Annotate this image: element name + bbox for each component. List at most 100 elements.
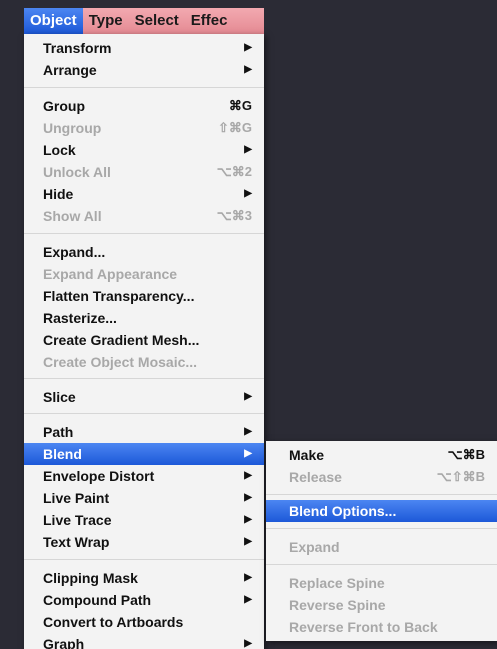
menu-item-label: Arrange [43,62,97,78]
menu-item-lock[interactable]: Lock ▶ [24,139,264,161]
submenu-item-expand[interactable]: Expand [266,536,497,558]
menu-item-expand[interactable]: Expand... [24,241,264,263]
menu-item-path[interactable]: Path ▶ [24,421,264,443]
submenu-arrow-icon: ▶ [244,188,252,199]
submenu-item-reverse-front-to-back[interactable]: Reverse Front to Back [266,616,497,638]
menu-item-label: Hide [43,186,74,202]
menu-separator [24,87,264,88]
menu-item-ungroup[interactable]: Ungroup ⇧⌘G [24,117,264,139]
menu-item-group[interactable]: Group ⌘G [24,95,264,117]
menu-item-label: Replace Spine [289,575,385,591]
menu-item-label: Expand Appearance [43,266,178,282]
blend-submenu: Make ⌥⌘B Release ⌥⇧⌘B Blend Options... E… [266,441,497,641]
menu-item-convert-to-artboards[interactable]: Convert to Artboards [24,611,264,633]
menu-item-show-all[interactable]: Show All ⌥⌘3 [24,205,264,227]
menu-item-flatten-transparency[interactable]: Flatten Transparency... [24,285,264,307]
menu-item-label: Clipping Mask [43,570,138,586]
menu-item-text-wrap[interactable]: Text Wrap ▶ [24,531,264,553]
menu-item-graph[interactable]: Graph ▶ [24,633,264,649]
menu-item-label: Compound Path [43,592,152,608]
menu-select[interactable]: Select [129,8,185,34]
submenu-arrow-icon: ▶ [244,514,252,525]
menu-item-rasterize[interactable]: Rasterize... [24,307,264,329]
menu-item-label: Expand [289,539,340,555]
menu-item-label: Convert to Artboards [43,614,184,630]
menu-separator [24,559,264,560]
menu-item-label: Live Paint [43,490,110,506]
menu-separator [266,564,497,565]
menu-item-label: Reverse Spine [289,597,386,613]
submenu-arrow-icon: ▶ [244,426,252,437]
menu-item-label: Live Trace [43,512,112,528]
submenu-item-release[interactable]: Release ⌥⇧⌘B [266,466,497,488]
shortcut-label: ⌥⇧⌘B [436,469,485,484]
screen: Object Type Select Effec Transform ▶ Arr… [0,0,497,649]
menu-item-label: Release [289,469,342,485]
object-menu: Transform ▶ Arrange ▶ Group ⌘G Ungroup ⇧… [24,34,264,649]
submenu-arrow-icon: ▶ [244,64,252,75]
submenu-arrow-icon: ▶ [244,144,252,155]
menu-item-arrange[interactable]: Arrange ▶ [24,59,264,81]
submenu-arrow-icon: ▶ [244,42,252,53]
menu-item-label: Lock [43,142,76,158]
menu-separator [266,494,497,495]
menu-item-label: Reverse Front to Back [289,619,438,635]
menu-separator [24,413,264,414]
submenu-arrow-icon: ▶ [244,492,252,503]
menu-type[interactable]: Type [83,8,129,34]
menu-item-label: Ungroup [43,120,102,136]
menu-separator [24,233,264,234]
menu-item-label: Graph [43,636,85,649]
submenu-arrow-icon: ▶ [244,638,252,649]
menu-item-label: Transform [43,40,112,56]
submenu-arrow-icon: ▶ [244,572,252,583]
menu-item-unlock-all[interactable]: Unlock All ⌥⌘2 [24,161,264,183]
shortcut-label: ⌥⌘B [447,447,485,462]
shortcut-label: ⇧⌘G [217,120,252,135]
menu-item-label: Create Gradient Mesh... [43,332,200,348]
menu-item-label: Flatten Transparency... [43,288,195,304]
menu-item-label: Create Object Mosaic... [43,354,198,370]
submenu-item-make[interactable]: Make ⌥⌘B [266,444,497,466]
menu-item-slice[interactable]: Slice ▶ [24,386,264,408]
submenu-arrow-icon: ▶ [244,536,252,547]
menu-item-label: Envelope Distort [43,468,155,484]
menu-item-expand-appearance[interactable]: Expand Appearance [24,263,264,285]
menu-item-label: Group [43,98,85,114]
menu-item-label: Text Wrap [43,534,110,550]
shortcut-label: ⌥⌘2 [216,164,252,179]
menu-item-label: Make [289,447,325,463]
menu-item-label: Path [43,424,74,440]
submenu-arrow-icon: ▶ [244,470,252,481]
menu-item-compound-path[interactable]: Compound Path ▶ [24,589,264,611]
menu-bar: Object Type Select Effec [24,8,264,34]
menu-item-label: Show All [43,208,102,224]
menu-item-create-object-mosaic[interactable]: Create Object Mosaic... [24,351,264,373]
menu-item-blend[interactable]: Blend ▶ [24,443,264,465]
menu-item-label: Blend [43,446,82,462]
submenu-arrow-icon: ▶ [244,448,252,459]
submenu-arrow-icon: ▶ [244,391,252,402]
submenu-item-reverse-spine[interactable]: Reverse Spine [266,594,497,616]
submenu-item-replace-spine[interactable]: Replace Spine [266,572,497,594]
menu-item-live-paint[interactable]: Live Paint ▶ [24,487,264,509]
menu-item-transform[interactable]: Transform ▶ [24,37,264,59]
menu-item-live-trace[interactable]: Live Trace ▶ [24,509,264,531]
shortcut-label: ⌥⌘3 [216,208,252,223]
menu-item-hide[interactable]: Hide ▶ [24,183,264,205]
menu-effect[interactable]: Effec [185,8,234,34]
shortcut-label: ⌘G [228,98,252,113]
menu-item-label: Blend Options... [289,503,397,519]
menu-object[interactable]: Object [24,8,83,34]
submenu-item-blend-options[interactable]: Blend Options... [266,500,497,522]
menu-separator [266,528,497,529]
menu-item-label: Unlock All [43,164,111,180]
menu-item-label: Expand... [43,244,106,260]
menu-item-label: Rasterize... [43,310,117,326]
menu-item-envelope-distort[interactable]: Envelope Distort ▶ [24,465,264,487]
menu-item-label: Slice [43,389,76,405]
menu-separator [24,378,264,379]
menu-item-create-gradient-mesh[interactable]: Create Gradient Mesh... [24,329,264,351]
menu-item-clipping-mask[interactable]: Clipping Mask ▶ [24,567,264,589]
submenu-arrow-icon: ▶ [244,594,252,605]
